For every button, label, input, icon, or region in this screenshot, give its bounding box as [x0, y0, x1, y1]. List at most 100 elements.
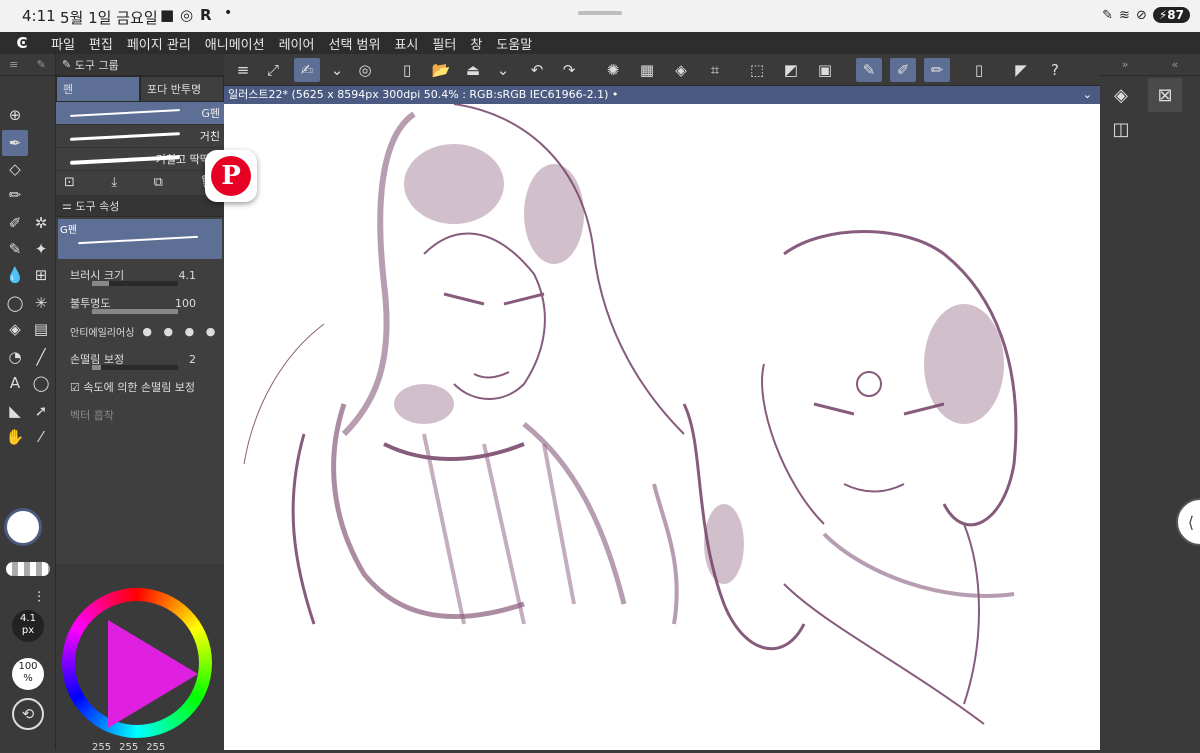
- selection-pen-icon[interactable]: ✍: [294, 58, 320, 82]
- brush-item[interactable]: G펜: [56, 102, 224, 125]
- layer-property-icon[interactable]: ◫: [1104, 112, 1138, 146]
- blend-icon[interactable]: 💧: [2, 262, 28, 288]
- ruler-brush-icon[interactable]: ✐: [890, 58, 916, 82]
- transform-icon[interactable]: ⌗: [702, 58, 728, 82]
- open-folder-icon[interactable]: 📂: [428, 58, 454, 82]
- adjust-icon[interactable]: ⫶: [26, 584, 52, 610]
- vector-snap-row[interactable]: 벡터 흡착: [56, 401, 224, 429]
- pencil-icon: ✎: [1102, 7, 1114, 23]
- wand-icon[interactable]: ✳: [28, 290, 54, 316]
- crop-icon[interactable]: ▣: [812, 58, 838, 82]
- antialias-options[interactable]: ● ● ● ●: [142, 325, 219, 338]
- copy-icon[interactable]: ⧉: [154, 175, 163, 191]
- frame-icon[interactable]: ◣: [2, 398, 28, 424]
- collapse-icon[interactable]: »: [1122, 58, 1129, 71]
- line-icon[interactable]: ╱: [28, 344, 54, 370]
- clear-icon[interactable]: ▦: [634, 58, 660, 82]
- ruler-line-icon[interactable]: ✏: [924, 58, 950, 82]
- invert-icon[interactable]: ◩: [778, 58, 804, 82]
- brush-settings-icon[interactable]: ⊡: [64, 175, 75, 191]
- menu-animation[interactable]: 애니메이션: [198, 34, 272, 53]
- main-color-swatch[interactable]: [4, 508, 42, 546]
- hand-icon[interactable]: ✋: [2, 424, 28, 450]
- brush-item[interactable]: 거친: [56, 125, 224, 148]
- op-unit: %: [23, 673, 33, 684]
- menu-icon[interactable]: ≡: [9, 58, 18, 71]
- tab-pen[interactable]: 펜: [56, 76, 140, 102]
- pinterest-icon[interactable]: P: [205, 150, 257, 202]
- stabilization-row[interactable]: 손떨림 보정 2: [56, 345, 224, 373]
- menu-file[interactable]: 파일: [44, 34, 82, 53]
- brush-size-row[interactable]: 브러시 크기 4.1: [56, 261, 224, 289]
- menu-layer[interactable]: 레이어: [272, 34, 322, 53]
- loading-icon[interactable]: ✺: [600, 58, 626, 82]
- speed-stab-row[interactable]: ☑ 속도에 의한 손떨림 보정: [56, 373, 224, 401]
- companion-icon[interactable]: ◎: [352, 58, 378, 82]
- gradient-icon[interactable]: ▤: [28, 316, 54, 342]
- text-icon[interactable]: A: [2, 370, 28, 396]
- fill-icon[interactable]: ◈: [2, 316, 28, 342]
- menu-icon[interactable]: ≡: [230, 58, 256, 82]
- save-icon[interactable]: ⏏: [460, 58, 486, 82]
- frame-icon[interactable]: ◤: [1008, 58, 1034, 82]
- pen-tool-icon[interactable]: ✒: [2, 130, 28, 156]
- swap-color-icon[interactable]: ⟲: [12, 698, 44, 730]
- lasso-icon[interactable]: ◯: [2, 290, 28, 316]
- menu-page[interactable]: 페이지 관리: [120, 34, 198, 53]
- undo-icon[interactable]: ↶: [524, 58, 550, 82]
- chevron-down-icon[interactable]: ⌄: [1083, 86, 1092, 104]
- grid-icon[interactable]: ⊞: [28, 262, 54, 288]
- dropper-circle-icon[interactable]: ⊕: [2, 102, 28, 128]
- checkbox[interactable]: ☑: [70, 381, 83, 394]
- app-logo-icon[interactable]: Ͼ: [0, 34, 44, 52]
- fill-bucket-icon[interactable]: ◈: [668, 58, 694, 82]
- eraser-icon[interactable]: ◇: [2, 156, 28, 182]
- brush-item[interactable]: 거칠고 딱딱한: [56, 148, 224, 171]
- multitask-handle[interactable]: [578, 11, 622, 15]
- layers-icon[interactable]: ◈: [1104, 78, 1138, 112]
- pencil-tool-icon[interactable]: ✏: [2, 182, 28, 208]
- airbrush-icon[interactable]: ✲: [28, 210, 54, 236]
- menu-window[interactable]: 창: [463, 34, 489, 53]
- deselect-icon[interactable]: ⬚: [744, 58, 770, 82]
- menu-help[interactable]: 도움말: [489, 34, 539, 53]
- navigator-icon[interactable]: ⊠: [1148, 78, 1182, 112]
- menu-selection[interactable]: 선택 범위: [321, 34, 387, 53]
- tab-marker[interactable]: 포다 반투명: [140, 76, 224, 102]
- download-icon[interactable]: ⤓: [111, 175, 117, 191]
- chevron-down-icon[interactable]: ⌄: [490, 58, 516, 82]
- menu-edit[interactable]: 편집: [82, 34, 120, 53]
- sparkle-icon[interactable]: ✦: [28, 236, 54, 262]
- figure-icon[interactable]: ◔: [2, 344, 28, 370]
- transparent-swatch[interactable]: [6, 562, 50, 576]
- opacity-row[interactable]: 불투명도 100: [56, 289, 224, 317]
- help-icon[interactable]: ?: [1042, 58, 1068, 82]
- chevron-down-icon[interactable]: ⌄: [324, 58, 350, 82]
- dot-icon: •: [224, 5, 233, 21]
- fullscreen-icon[interactable]: ⤢: [260, 58, 286, 82]
- menu-view[interactable]: 표시: [387, 34, 425, 53]
- new-file-icon[interactable]: ▯: [394, 58, 420, 82]
- menu-filter[interactable]: 필터: [425, 34, 463, 53]
- rgb-values: 255 255 255: [92, 742, 165, 753]
- balloon-icon[interactable]: ◯: [28, 370, 54, 396]
- ruler-pen-icon[interactable]: ✎: [856, 58, 882, 82]
- expand-icon[interactable]: «: [1172, 58, 1179, 71]
- brush-size-indicator[interactable]: 4.1 px: [12, 610, 44, 642]
- document-tab[interactable]: 일러스트22* (5625 x 8594px 300dpi 50.4% : RG…: [224, 86, 1100, 104]
- redo-icon[interactable]: ↷: [556, 58, 582, 82]
- op-value: 100: [18, 661, 38, 672]
- instagram-icon: ◎: [180, 6, 194, 24]
- color-wheel-panel: 255 255 255: [56, 564, 224, 753]
- antialias-row[interactable]: 안티에일리어싱 ● ● ● ●: [56, 317, 224, 345]
- marker-icon[interactable]: ✎: [2, 236, 28, 262]
- eyedropper-icon[interactable]: ⁄: [28, 424, 54, 450]
- color-triangle[interactable]: [108, 620, 198, 728]
- drawing-canvas[interactable]: [224, 104, 1100, 750]
- opacity-indicator[interactable]: 100%: [12, 658, 44, 690]
- select-arrow-icon[interactable]: ➚: [28, 398, 54, 424]
- brush-icon[interactable]: ✐: [2, 210, 28, 236]
- phone-icon[interactable]: ▯: [966, 58, 992, 82]
- folder-icon: ■: [160, 6, 175, 24]
- size-value: 4.1: [20, 613, 36, 624]
